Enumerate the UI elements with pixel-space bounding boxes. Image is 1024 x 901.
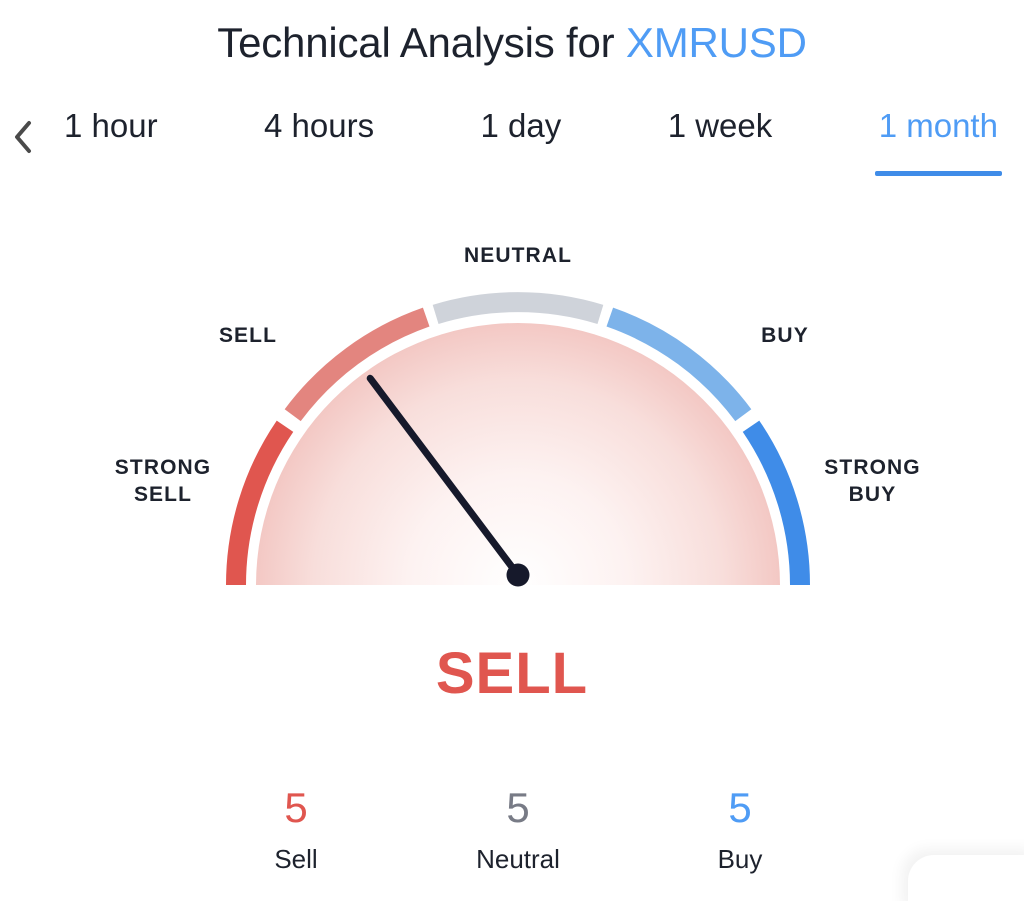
counter-neutral-value: 5 <box>506 784 530 831</box>
tab-1-week[interactable]: 1 week <box>664 100 777 146</box>
gauge-label-strong-buy: STRONG BUY <box>824 456 921 506</box>
technical-analysis-widget: Technical Analysis for XMRUSD 1 hour 4 h… <box>0 0 1024 901</box>
gauge-needle-pivot <box>506 563 530 587</box>
timeframe-tabs: 1 hour 4 hours 1 day 1 week 1 month <box>60 100 1003 184</box>
chevron-left-icon <box>15 121 31 153</box>
gauge-label-strong-sell: STRONG SELL <box>114 456 212 506</box>
gauge-label-sell: SELL <box>218 324 278 347</box>
counter-buy-value: 5 <box>728 784 752 831</box>
tabs-previous-button[interactable] <box>2 114 44 160</box>
tab-1-day[interactable]: 1 day <box>477 100 566 146</box>
tab-4-hours[interactable]: 4 hours <box>260 100 378 146</box>
counter-buy: 5 Buy <box>640 784 840 875</box>
gauge-section: NEUTRAL SELL BUY STRONG SELL STRONG BUY <box>0 215 1024 615</box>
signal-counters: 5 Sell 5 Neutral 5 Buy <box>196 784 840 875</box>
counter-sell-label: Sell <box>274 844 318 875</box>
counter-sell: 5 Sell <box>196 784 396 875</box>
widget-header: Technical Analysis for XMRUSD <box>0 0 1024 86</box>
speedometer-gauge <box>226 292 810 587</box>
timeframe-tabbar: 1 hour 4 hours 1 day 1 week 1 month <box>0 100 1024 184</box>
counter-neutral-label: Neutral <box>476 844 560 875</box>
tab-1-hour[interactable]: 1 hour <box>60 100 162 146</box>
counter-sell-value: 5 <box>284 784 308 831</box>
page-title: Technical Analysis for XMRUSD <box>217 19 807 66</box>
gauge-segment-neutral <box>432 292 604 324</box>
analysis-verdict: SELL <box>435 641 589 706</box>
gauge-label-neutral: NEUTRAL <box>463 244 573 267</box>
symbol-name: XMRUSD <box>625 19 807 66</box>
card-corner-shadow <box>908 855 1024 901</box>
counter-neutral: 5 Neutral <box>418 784 618 875</box>
tab-1-month[interactable]: 1 month <box>874 100 1003 175</box>
counter-buy-label: Buy <box>717 844 763 875</box>
title-prefix: Technical Analysis for <box>217 19 626 66</box>
gauge-label-buy: BUY <box>761 324 809 347</box>
